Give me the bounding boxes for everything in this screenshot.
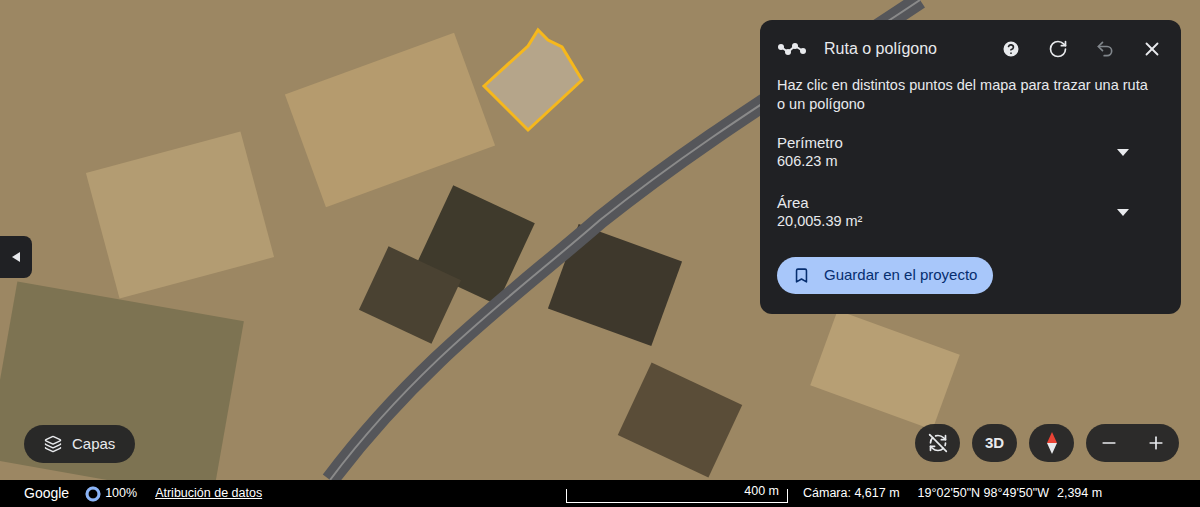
panel-header: Ruta o polígono — [777, 34, 1167, 64]
dropdown-arrow-icon[interactable] — [1117, 149, 1129, 156]
route-icon — [777, 41, 807, 57]
zoom-in-button[interactable] — [1146, 433, 1166, 453]
status-bar: Google 100% Atribución de datos 400 m Cámara… — [0, 480, 1200, 507]
measured-polygon[interactable] — [484, 30, 582, 130]
compass-icon — [1047, 432, 1057, 454]
coordinates: 19°02'50"N 98°49'50"W — [918, 484, 1049, 503]
panel-description: Haz clic en distintos puntos del mapa pa… — [777, 76, 1149, 114]
refresh-button[interactable] — [1043, 34, 1073, 64]
metric-value: 606.23 m — [777, 152, 843, 171]
panel-title: Ruta o polígono — [824, 37, 937, 61]
google-logo: Google — [24, 483, 69, 504]
plus-icon — [1146, 433, 1166, 453]
save-button[interactable]: Guardar en el proyecto — [777, 257, 993, 294]
panel-actions — [996, 34, 1167, 64]
dropdown-arrow-icon[interactable] — [1117, 209, 1129, 216]
map-controls: 3D — [915, 424, 1179, 462]
metric-label: Perímetro — [777, 133, 843, 152]
zoom-out-button[interactable] — [1099, 433, 1119, 453]
layers-button[interactable]: Capas — [24, 425, 135, 463]
measure-panel: Ruta o polígono Haz clic en distintos pun… — [760, 20, 1181, 314]
collapse-arrow-icon — [12, 252, 20, 262]
close-icon — [1141, 38, 1163, 60]
metric-row[interactable]: Perímetro606.23 m — [777, 133, 1167, 171]
metrics: Perímetro606.23 m Área20,005.39 m² — [777, 133, 1167, 231]
attribution-link[interactable]: Atribución de datos — [155, 484, 262, 503]
close-button[interactable] — [1137, 34, 1167, 64]
layers-label: Capas — [72, 433, 115, 456]
loading-label: 100% — [105, 484, 137, 503]
field — [86, 132, 274, 299]
loading-ring-icon — [85, 486, 101, 502]
bookmark-icon — [793, 267, 810, 284]
metric-label: Área — [777, 193, 862, 212]
undo-button — [1090, 34, 1120, 64]
metric-row[interactable]: Área20,005.39 m² — [777, 193, 1167, 231]
side-panel-toggle[interactable] — [0, 236, 32, 278]
scale-label: 400 m — [744, 485, 779, 497]
save-label: Guardar en el proyecto — [824, 264, 977, 287]
compass-button[interactable] — [1029, 424, 1074, 462]
rotation-off-icon — [928, 433, 948, 453]
refresh-icon — [1048, 39, 1068, 59]
rotation-button[interactable] — [915, 424, 960, 462]
elevation: 2,394 m — [1057, 484, 1102, 503]
camera-altitude: Cámara: 4,617 m — [803, 484, 900, 503]
zoom-controls — [1086, 424, 1179, 462]
help-icon — [1001, 39, 1021, 59]
field — [285, 33, 495, 207]
metric-value: 20,005.39 m² — [777, 212, 862, 231]
field — [618, 363, 742, 478]
field — [810, 310, 960, 430]
minus-icon — [1099, 433, 1119, 453]
help-button[interactable] — [996, 34, 1026, 64]
map-view[interactable]: Ruta o polígono Haz clic en distintos pun… — [0, 0, 1200, 480]
scale-bar: 400 m — [566, 489, 788, 503]
layers-icon — [44, 435, 62, 453]
google-earth: Ruta o polígono Haz clic en distintos pun… — [0, 0, 1200, 507]
undo-icon — [1095, 39, 1115, 59]
view-3d-button[interactable]: 3D — [972, 424, 1017, 462]
